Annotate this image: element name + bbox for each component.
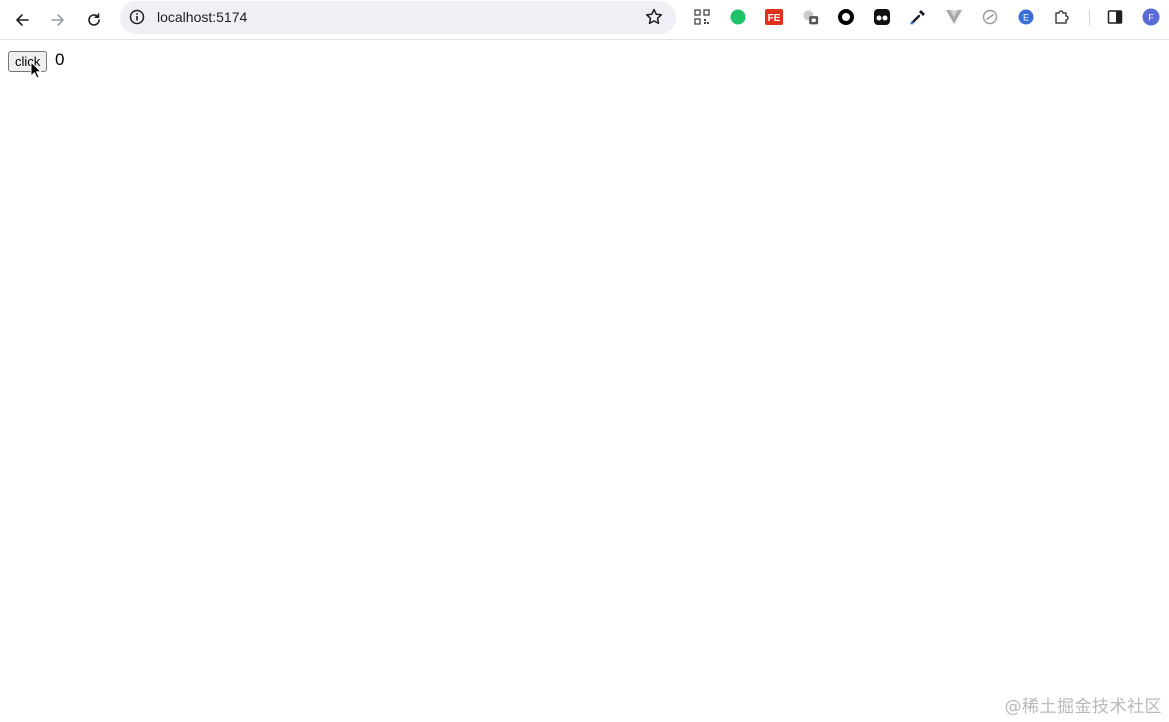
qr-code-extension-icon[interactable] xyxy=(693,8,711,26)
url-text[interactable]: localhost:5174 xyxy=(157,9,247,26)
info-icon[interactable] xyxy=(128,8,146,26)
glasses-extension-icon[interactable] xyxy=(873,8,891,26)
counter-value: 0 xyxy=(55,50,65,69)
link-extension-icon[interactable] xyxy=(981,8,999,26)
svg-text:FE: FE xyxy=(768,13,781,24)
back-button[interactable] xyxy=(8,6,36,34)
browser-toolbar: localhost:5174 FE E F xyxy=(0,0,1169,40)
puzzle-extensions-icon[interactable] xyxy=(1053,8,1071,26)
cookie-badge-extension-icon[interactable] xyxy=(801,8,819,26)
profile-avatar-icon[interactable]: F xyxy=(1142,8,1160,26)
e-extension-icon[interactable]: E xyxy=(1017,8,1035,26)
green-circle-extension-icon[interactable] xyxy=(729,8,747,26)
address-bar[interactable]: localhost:5174 xyxy=(120,1,676,34)
svg-text:F: F xyxy=(1148,13,1154,23)
forward-button[interactable] xyxy=(44,6,72,34)
page-content: click 0 xyxy=(0,40,1169,722)
forward-arrow-icon xyxy=(51,14,64,26)
color-picker-extension-icon[interactable] xyxy=(909,8,927,26)
record-extension-icon[interactable] xyxy=(837,8,855,26)
toolbar-divider xyxy=(1089,10,1090,26)
fe-extension-icon[interactable]: FE xyxy=(765,8,783,26)
watermark-text: @稀土掘金技术社区 xyxy=(1004,697,1162,717)
reload-icon xyxy=(88,13,100,26)
reload-button[interactable] xyxy=(80,6,108,34)
svg-text:E: E xyxy=(1023,13,1029,23)
vue-devtools-extension-icon[interactable] xyxy=(945,8,963,26)
mouse-cursor-icon xyxy=(30,61,42,79)
side-panel-icon[interactable] xyxy=(1106,8,1124,26)
back-arrow-icon xyxy=(16,14,29,26)
bookmark-star-icon[interactable] xyxy=(644,7,664,27)
